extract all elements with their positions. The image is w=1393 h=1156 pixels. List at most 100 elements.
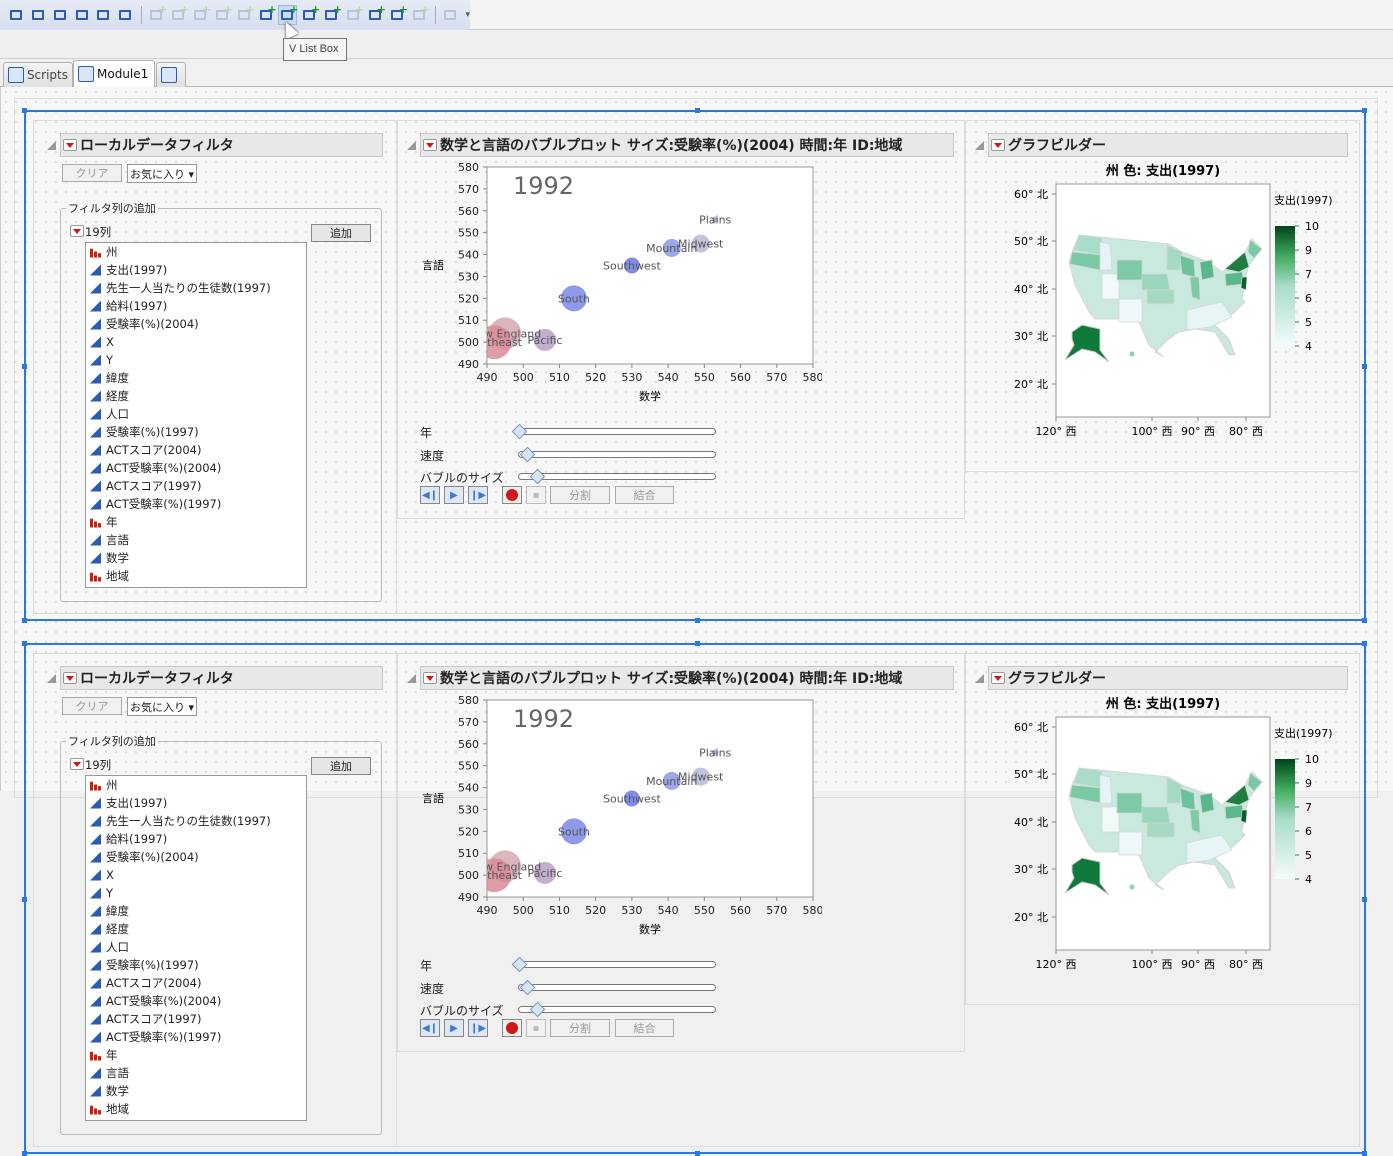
column-list-item[interactable]: 緯度 bbox=[86, 902, 306, 920]
resize-handle[interactable] bbox=[22, 364, 27, 369]
record-button[interactable] bbox=[502, 1019, 522, 1037]
column-list-item[interactable]: 年 bbox=[86, 1046, 306, 1064]
add-h-list-box-icon[interactable] bbox=[256, 3, 277, 25]
column-list-item[interactable]: ACTスコア(2004) bbox=[86, 441, 306, 459]
bubble-plot-chart[interactable]: 1992PlainsMidwestMountainSouthwestSouthP… bbox=[402, 152, 822, 412]
disclosure-icon[interactable] bbox=[975, 141, 984, 150]
step-forward-button[interactable]: ❙▶ bbox=[468, 486, 488, 504]
slider-track[interactable] bbox=[518, 451, 716, 458]
record-button[interactable] bbox=[502, 486, 522, 504]
column-list-item[interactable]: 緯度 bbox=[86, 369, 306, 387]
resize-handle[interactable] bbox=[695, 1151, 700, 1156]
column-list-item[interactable]: 言語 bbox=[86, 1064, 306, 1082]
resize-handle[interactable] bbox=[22, 108, 27, 113]
column-list-item[interactable]: 数学 bbox=[86, 549, 306, 567]
add-tab-icon[interactable] bbox=[168, 3, 189, 25]
column-list-item[interactable]: 人口 bbox=[86, 938, 306, 956]
resize-handle[interactable] bbox=[22, 618, 27, 623]
combine-button[interactable]: 結合 bbox=[615, 1019, 674, 1037]
resize-handle[interactable] bbox=[1362, 108, 1367, 113]
column-list-item[interactable]: Y bbox=[86, 884, 306, 902]
red-triangle-menu-icon[interactable] bbox=[63, 139, 77, 151]
favorites-dropdown[interactable]: お気に入り ▾ bbox=[127, 164, 197, 183]
red-triangle-menu-icon[interactable] bbox=[991, 139, 1005, 151]
add-page-icon[interactable] bbox=[409, 3, 430, 25]
resize-handle[interactable] bbox=[1362, 364, 1367, 369]
resize-handle[interactable] bbox=[1362, 897, 1367, 902]
step-back-button[interactable]: ◀❙ bbox=[420, 1019, 440, 1037]
disclosure-icon[interactable] bbox=[407, 674, 416, 683]
add-button[interactable]: 追加 bbox=[311, 224, 371, 242]
resize-handle[interactable] bbox=[1362, 1151, 1367, 1156]
slider-track[interactable] bbox=[518, 428, 716, 435]
add-lineup-icon[interactable] bbox=[190, 3, 211, 25]
resize-handle[interactable] bbox=[695, 108, 700, 113]
add-border-box-icon[interactable] bbox=[387, 3, 408, 25]
column-list-item[interactable]: 地域 bbox=[86, 567, 306, 585]
column-list[interactable]: 州支出(1997) 先生一人当たりの生徒数(1997) 給料(1997) 受験率(%)… bbox=[85, 775, 307, 1121]
add-v-splitter-icon[interactable] bbox=[321, 3, 342, 25]
red-triangle-menu-icon[interactable] bbox=[63, 672, 77, 684]
resize-handle[interactable] bbox=[22, 897, 27, 902]
column-list-item[interactable]: 受験率(%)(1997) bbox=[86, 423, 306, 441]
map-chart[interactable]: 州 色: 支出(1997) 60° 北 50° 北 40° 北 30° 北 20° 北 12… bbox=[982, 152, 1362, 452]
tab-new-module[interactable] bbox=[156, 62, 186, 87]
resize-handle[interactable] bbox=[695, 618, 700, 623]
column-list-item[interactable]: 支出(1997) bbox=[86, 794, 306, 812]
red-triangle-menu-icon[interactable] bbox=[991, 672, 1005, 684]
clear-button[interactable]: クリア bbox=[62, 697, 122, 715]
play-button[interactable]: ▶ bbox=[444, 1019, 464, 1037]
column-list-item[interactable]: ACT受験率(%)(2004) bbox=[86, 459, 306, 477]
column-list-item[interactable]: 支出(1997) bbox=[86, 261, 306, 279]
red-triangle-menu-icon[interactable] bbox=[423, 139, 437, 151]
column-list-item[interactable]: ACT受験率(%)(1997) bbox=[86, 495, 306, 513]
add-h-splitter-icon[interactable] bbox=[299, 3, 320, 25]
column-list-item[interactable]: 経度 bbox=[86, 387, 306, 405]
column-list-item[interactable]: 地域 bbox=[86, 1100, 306, 1118]
column-list-item[interactable]: 人口 bbox=[86, 405, 306, 423]
resize-handle[interactable] bbox=[1362, 641, 1367, 646]
column-list-item[interactable]: 受験率(%)(2004) bbox=[86, 848, 306, 866]
slider-track[interactable] bbox=[518, 984, 716, 991]
toolbar-overflow-icon[interactable]: ▾ bbox=[466, 10, 471, 20]
column-list-item[interactable]: ACT受験率(%)(1997) bbox=[86, 1028, 306, 1046]
slider-track[interactable] bbox=[518, 961, 716, 968]
column-list-item[interactable]: 受験率(%)(2004) bbox=[86, 315, 306, 333]
column-list-item[interactable]: ACT受験率(%)(2004) bbox=[86, 992, 306, 1010]
column-list-item[interactable]: 州 bbox=[86, 776, 306, 794]
align-bottom-icon[interactable] bbox=[115, 5, 135, 25]
add-button[interactable]: 追加 bbox=[311, 757, 371, 775]
slider-track[interactable] bbox=[518, 473, 716, 480]
add-selection-icon[interactable] bbox=[343, 3, 364, 25]
column-list-item[interactable]: Y bbox=[86, 351, 306, 369]
resize-handle[interactable] bbox=[695, 641, 700, 646]
split-button[interactable]: 分割 bbox=[550, 1019, 610, 1037]
column-list-item[interactable]: 給料(1997) bbox=[86, 297, 306, 315]
add-panel-icon[interactable] bbox=[234, 3, 255, 25]
column-list-item[interactable]: ACTスコア(2004) bbox=[86, 974, 306, 992]
dashboard-module[interactable]: ローカルデータフィルタ クリア お気に入り ▾ フィルタ列の追加 19列 追加 … bbox=[22, 108, 1367, 623]
column-list-item[interactable]: 年 bbox=[86, 513, 306, 531]
column-list[interactable]: 州支出(1997) 先生一人当たりの生徒数(1997) 給料(1997) 受験率(%)… bbox=[85, 242, 307, 588]
column-list-item[interactable]: 給料(1997) bbox=[86, 830, 306, 848]
align-top-icon[interactable] bbox=[72, 5, 92, 25]
columns-menu-icon[interactable] bbox=[70, 758, 84, 770]
column-list-item[interactable]: 言語 bbox=[86, 531, 306, 549]
bubble-plot-chart[interactable]: 1992PlainsMidwestMountainSouthwestSouthP… bbox=[402, 685, 822, 945]
column-list-item[interactable]: 先生一人当たりの生徒数(1997) bbox=[86, 279, 306, 297]
add-box-icon[interactable] bbox=[146, 3, 167, 25]
column-list-item[interactable]: 先生一人当たりの生徒数(1997) bbox=[86, 812, 306, 830]
column-list-item[interactable]: 受験率(%)(1997) bbox=[86, 956, 306, 974]
tab-scripts[interactable]: Scripts bbox=[3, 62, 73, 87]
disclosure-icon[interactable] bbox=[975, 674, 984, 683]
align-middle-icon[interactable] bbox=[94, 5, 114, 25]
column-list-item[interactable]: 数学 bbox=[86, 1082, 306, 1100]
column-list-item[interactable]: 経度 bbox=[86, 920, 306, 938]
tab-module1[interactable]: Module1 bbox=[73, 60, 155, 87]
save-button[interactable]: ▪ bbox=[526, 486, 546, 504]
combine-button[interactable]: 結合 bbox=[615, 486, 674, 504]
disclosure-icon[interactable] bbox=[47, 674, 56, 683]
save-button[interactable]: ▪ bbox=[526, 1019, 546, 1037]
split-button[interactable]: 分割 bbox=[550, 486, 610, 504]
step-forward-button[interactable]: ❙▶ bbox=[468, 1019, 488, 1037]
